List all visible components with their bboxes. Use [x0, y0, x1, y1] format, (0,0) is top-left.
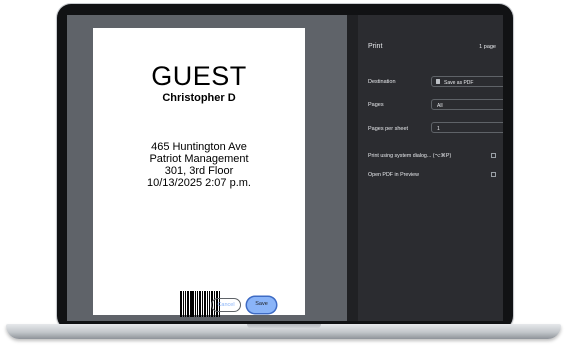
print-settings-pane: Print 1 page Destination Save as PDF ▾ P… — [358, 15, 503, 321]
laptop-screen: GUEST Christopher D 465 Huntington Ave P… — [67, 15, 503, 321]
document-icon — [436, 79, 440, 84]
badge-address: 465 Huntington Ave Patriot Management 30… — [93, 141, 305, 189]
destination-value: Save as PDF — [444, 79, 474, 86]
pages-per-sheet-value: 1 — [437, 125, 440, 132]
pages-value: All — [437, 102, 443, 109]
open-pdf-label: Open PDF in Preview — [368, 172, 419, 178]
address-line-3: 301, 3rd Floor — [164, 165, 234, 177]
badge-name: Christopher D — [162, 92, 236, 104]
destination-select[interactable]: Save as PDF ▾ — [431, 76, 503, 87]
address-line-1: 465 Huntington Ave — [151, 141, 247, 153]
destination-label: Destination — [368, 79, 396, 85]
address-line-2: Patriot Management — [149, 153, 249, 165]
cancel-button[interactable]: Cancel — [211, 298, 241, 312]
system-dialog-label: Print using system dialog... (⌥⌘P) — [368, 153, 452, 159]
pages-label: Pages — [368, 102, 384, 108]
open-external-icon — [491, 153, 496, 158]
preview-page: GUEST Christopher D 465 Huntington Ave P… — [93, 28, 305, 317]
system-dialog-link[interactable]: Print using system dialog... (⌥⌘P) — [368, 153, 503, 159]
laptop-lid: GUEST Christopher D 465 Huntington Ave P… — [57, 4, 513, 330]
pages-per-sheet-label: Pages per sheet — [368, 126, 409, 132]
pages-select[interactable]: All ▾ — [431, 99, 503, 110]
laptop-notch — [247, 324, 321, 329]
open-pdf-link[interactable]: Open PDF in Preview — [368, 172, 503, 178]
laptop-base — [6, 324, 561, 339]
print-preview-pane: GUEST Christopher D 465 Huntington Ave P… — [67, 15, 347, 321]
badge-datetime: 10/13/2025 2:07 p.m. — [147, 177, 251, 189]
open-external-icon — [491, 172, 496, 177]
badge-title: GUEST — [151, 61, 247, 91]
pages-per-sheet-select[interactable]: 1 ▾ — [431, 122, 503, 133]
save-button[interactable]: Save — [247, 297, 276, 313]
dialog-title: Print — [368, 43, 383, 50]
page-count: 1 page — [479, 44, 496, 50]
